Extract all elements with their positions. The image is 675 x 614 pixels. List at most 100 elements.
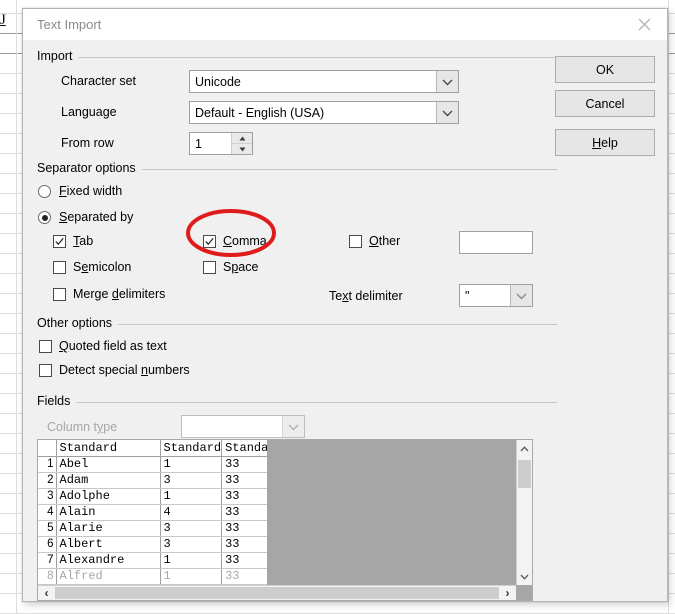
other-checkbox[interactable] (349, 235, 362, 248)
text-delimiter-label-rest: t delimiter (348, 289, 403, 303)
tab-label-rest: ab (79, 234, 94, 248)
text-delimiter-combo[interactable]: " (459, 284, 533, 307)
other-separator-input[interactable] (459, 231, 533, 254)
row-number: 6 (38, 536, 57, 553)
preview-col-header-2[interactable]: Standard (160, 440, 223, 457)
detect-special-numbers-checkbox[interactable] (39, 364, 52, 377)
chevron-down-icon[interactable] (510, 285, 532, 306)
fields-group: Fields (37, 394, 557, 408)
table-cell: 3 (160, 520, 223, 537)
merge-delimiters-label-rest: elimiters (118, 287, 166, 301)
table-cell: Alain (56, 504, 161, 521)
fixed-width-radio[interactable] (38, 185, 51, 198)
quoted-field-as-text-label: Quoted field as text (59, 339, 167, 353)
help-button[interactable]: Help (555, 129, 655, 156)
preview-horizontal-scroll-thumb[interactable] (55, 587, 499, 599)
from-row-stepper[interactable]: 1 (189, 132, 253, 155)
other-label-rest: ther (378, 234, 401, 248)
chevron-down-icon[interactable] (436, 71, 458, 92)
other-options-group-label: Other options (37, 316, 119, 330)
preview-col-header-1[interactable]: Standard (56, 440, 161, 457)
preview-horizontal-scrollbar[interactable]: ‹ › (38, 585, 516, 600)
language-value: Default - English (USA) (195, 105, 325, 120)
table-cell: Adam (56, 472, 161, 489)
row-number: 3 (38, 488, 57, 505)
chevron-down-icon[interactable] (436, 102, 458, 123)
dialog-titlebar: Text Import (23, 9, 667, 41)
spreadsheet-cell-j: J (0, 12, 16, 29)
table-cell: Alfred (56, 568, 161, 585)
table-cell: 1 (160, 552, 223, 569)
table-row: 6 Albert 3 33 (38, 536, 284, 553)
detect-special-numbers-label-rest: umbers (147, 363, 190, 377)
tab-label: Tab (73, 234, 94, 248)
scroll-right-icon[interactable]: › (499, 586, 516, 600)
spreadsheet-col-line (16, 0, 17, 614)
other-options-group: Other options (37, 316, 557, 330)
merge-delimiters-checkbox[interactable] (53, 288, 66, 301)
quoted-field-as-text-label-rest: uoted field as text (68, 339, 167, 353)
detect-special-numbers-label: Detect special numbers (59, 363, 190, 377)
separated-by-label-rest: eparated by (67, 210, 134, 224)
spreadsheet-col-line (668, 0, 669, 614)
row-number: 7 (38, 552, 57, 569)
semicolon-label-rest: micolon (88, 260, 132, 274)
row-number: 2 (38, 472, 57, 489)
comma-label: Comma (223, 234, 267, 248)
column-type-label-rest: pe (103, 420, 118, 434)
table-row: 5 Alarie 3 33 (38, 520, 284, 537)
spin-up-icon[interactable] (232, 133, 252, 144)
separator-options-group: Separator options (37, 161, 557, 175)
table-row: 2 Adam 3 33 (38, 472, 284, 489)
fields-preview-table[interactable]: Standard Standard Standard 1 Abel 1 33 2 Adam… (37, 439, 533, 601)
preview-grid: Standard Standard Standard 1 Abel 1 33 2 Adam… (38, 440, 284, 585)
row-number: 5 (38, 520, 57, 537)
preview-vertical-scrollbar[interactable] (516, 440, 532, 585)
from-row-label: From row (61, 136, 114, 150)
separated-by-radio[interactable] (38, 211, 51, 224)
table-cell: Alarie (56, 520, 161, 537)
table-cell: 33 (221, 568, 284, 585)
text-delimiter-label: Text delimiter (329, 289, 403, 303)
preview-header-row: Standard Standard Standard (38, 440, 284, 457)
scroll-left-icon[interactable]: ‹ (38, 586, 55, 600)
table-cell: 4 (160, 504, 223, 521)
fields-group-line (37, 402, 557, 403)
text-delimiter-value: " (465, 288, 470, 303)
table-cell: Adolphe (56, 488, 161, 505)
merge-delimiters-label: Merge delimiters (73, 287, 166, 301)
language-label: Language (61, 105, 117, 119)
cancel-button[interactable]: Cancel (555, 90, 655, 117)
close-icon[interactable] (622, 9, 667, 39)
column-type-label: Column type (47, 420, 118, 434)
import-group: Import (37, 49, 557, 63)
text-import-dialog: Text Import Import Character set Unicode… (22, 8, 668, 602)
spin-down-icon[interactable] (232, 144, 252, 154)
other-label: Other (369, 234, 401, 248)
table-cell: Albert (56, 536, 161, 553)
space-label: Space (223, 260, 259, 274)
space-label-rest: ace (238, 260, 259, 274)
character-set-label: Character set (61, 74, 137, 88)
fixed-width-label-rest: ixed width (66, 184, 123, 198)
from-row-spin-buttons[interactable] (231, 133, 252, 154)
ok-button[interactable]: OK (555, 56, 655, 83)
quoted-field-as-text-checkbox[interactable] (39, 340, 52, 353)
table-cell: 1 (160, 456, 223, 473)
character-set-combo[interactable]: Unicode (189, 70, 459, 93)
chevron-down-icon (282, 416, 304, 437)
scroll-down-icon[interactable] (517, 568, 532, 585)
import-group-line (37, 57, 557, 58)
semicolon-checkbox[interactable] (53, 261, 66, 274)
comma-checkbox[interactable] (203, 235, 216, 248)
preview-corner-cell (38, 440, 57, 457)
tab-checkbox[interactable] (53, 235, 66, 248)
language-combo[interactable]: Default - English (USA) (189, 101, 459, 124)
preview-vertical-scroll-thumb[interactable] (518, 460, 531, 488)
column-type-combo[interactable] (181, 415, 305, 438)
table-cell: Abel (56, 456, 161, 473)
space-checkbox[interactable] (203, 261, 216, 274)
fixed-width-label: Fixed width (59, 184, 123, 198)
scroll-up-icon[interactable] (517, 440, 532, 457)
table-row: 4 Alain 4 33 (38, 504, 284, 521)
